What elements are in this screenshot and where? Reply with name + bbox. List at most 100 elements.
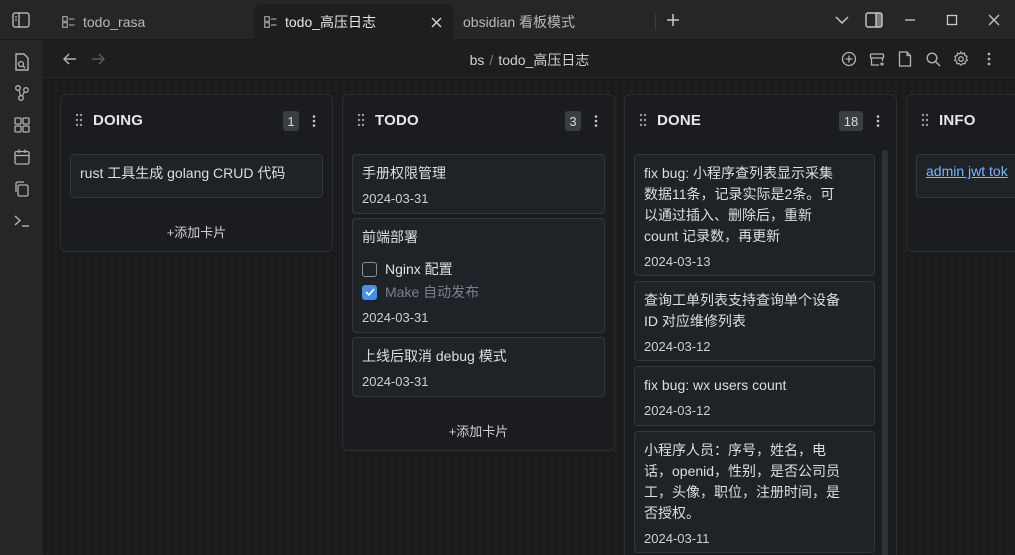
breadcrumb-file[interactable]: todo_高压日志 [498,52,589,68]
add-card-button[interactable]: +添加卡片 [61,222,332,241]
lane-header: DOING 1 [61,95,332,145]
tab-label: todo_rasa [83,14,146,30]
kanban-board-icon [264,15,278,29]
drag-handle-icon[interactable] [75,113,83,127]
checkbox-unchecked[interactable] [362,261,377,277]
checkbox-checked[interactable] [362,284,377,300]
lane-header: TODO 3 [343,95,614,145]
checklist-item[interactable]: Make 自动发布 [362,282,479,302]
lane-count-badge: 3 [565,111,581,131]
view-header: bs / todo_高压日志 [44,40,1015,78]
kanban-card[interactable]: 手册权限管理 2024-03-31 [352,154,605,214]
kanban-board: DOING 1 rust 工具生成 golang CRUD 代码 +添加卡片 T… [44,79,1015,555]
kanban-board-icon [62,15,76,29]
card-title-line: 工，头像，职位，注册时间，是 [644,484,840,500]
card-title: rust 工具生成 golang CRUD 代码 [80,165,286,181]
card-title: 前端部署 [362,229,418,245]
maximize-icon[interactable] [940,8,964,32]
open-files-icon[interactable] [12,52,32,72]
card-title-line: fix bug: wx users count [644,377,787,393]
card-date[interactable]: 2024-03-31 [362,374,429,389]
card-link[interactable]: admin jwt tok [926,163,1008,179]
settings-icon[interactable] [951,49,971,69]
tab-label: obsidian 看板模式 [463,14,576,30]
lane-header: INFO [907,95,1015,145]
lane-title[interactable]: TODO [375,112,419,129]
lane-title[interactable]: DOING [93,112,143,129]
check-icon [364,288,375,296]
canvas-icon[interactable] [12,115,32,135]
daily-note-icon[interactable] [12,147,32,167]
breadcrumb-folder[interactable]: bs [470,52,485,68]
plus-icon[interactable] [661,8,685,32]
card-title-line: 话，openid，性别，是否公司员 [644,463,841,479]
tab-obsidian-kanban[interactable]: obsidian 看板模式 [453,4,653,40]
card-title-line: 小程序人员：序号，姓名，电 [644,442,826,458]
right-sidebar-icon[interactable] [862,8,886,32]
kanban-card[interactable]: admin jwt tok [916,154,1015,198]
tab-label: todo_高压日志 [285,14,377,30]
more-icon[interactable] [979,49,999,69]
close-window-icon[interactable] [982,8,1006,32]
checklist-label: Nginx 配置 [385,261,453,277]
graph-view-icon[interactable] [12,83,32,103]
kanban-card[interactable]: 查询工单列表支持查询单个设备 ID 对应维修列表 2024-03-12 [634,281,875,361]
card-title-line: 否授权。 [644,505,700,521]
drag-handle-icon[interactable] [921,113,929,127]
card-date[interactable]: 2024-03-11 [644,531,710,546]
more-icon[interactable] [591,112,601,130]
kanban-card[interactable]: fix bug: 小程序查列表显示采集 数据11条，记录实际是2条。可 以通过插… [634,154,875,276]
chevron-down-icon[interactable] [830,8,854,32]
card-title-line: ID 对应维修列表 [644,313,746,329]
card-date[interactable]: 2024-03-13 [644,254,711,269]
more-icon[interactable] [873,112,883,130]
kanban-card[interactable]: rust 工具生成 golang CRUD 代码 [70,154,323,198]
card-title-line: 以通过插入、删除后，重新 [644,207,812,223]
lane-header: DONE 18 [625,95,896,145]
card-title-line: fix bug: 小程序查列表显示采集 [644,165,834,181]
markdown-view-icon[interactable] [895,49,915,69]
minimize-icon[interactable] [898,8,922,32]
checklist-item[interactable]: Nginx 配置 [362,259,453,279]
lane-title[interactable]: INFO [939,112,976,129]
kanban-card[interactable]: 上线后取消 debug 模式 2024-03-31 [352,337,605,397]
breadcrumb-separator: / [489,52,494,68]
kanban-card[interactable]: 小程序人员：序号，姓名，电 话，openid，性别，是否公司员 工，头像，职位，… [634,431,875,553]
card-title: 手册权限管理 [362,165,446,181]
kanban-card[interactable]: 前端部署 Nginx 配置 Make 自动发布 2024-03-31 [352,218,605,333]
lane-count-badge: 18 [839,111,863,131]
archive-icon[interactable] [867,49,887,69]
lane-title[interactable]: DONE [657,112,701,129]
sidebar-toggle-icon[interactable] [10,10,32,30]
card-date[interactable]: 2024-03-31 [362,191,429,206]
card-title: 上线后取消 debug 模式 [362,348,507,364]
lane-doing: DOING 1 rust 工具生成 golang CRUD 代码 +添加卡片 [60,94,333,252]
drag-handle-icon[interactable] [639,113,647,127]
add-card-button[interactable]: +添加卡片 [343,421,614,440]
lane-info: INFO admin jwt tok [906,94,1015,252]
checklist-label: Make 自动发布 [385,284,480,300]
card-date[interactable]: 2024-03-31 [362,310,429,325]
card-title-line: count 记录数，再更新 [644,228,781,244]
kanban-card[interactable]: fix bug: wx users count 2024-03-12 [634,366,875,426]
card-date[interactable]: 2024-03-12 [644,403,711,418]
card-date[interactable]: 2024-03-12 [644,339,711,354]
close-icon[interactable] [427,13,445,31]
copy-icon[interactable] [12,179,32,199]
lane-done: DONE 18 fix bug: 小程序查列表显示采集 数据11条，记录实际是2… [624,94,897,555]
card-title-line: 查询工单列表支持查询单个设备 [644,292,840,308]
title-bar: todo_rasa todo_高压日志 obsidian 看板模式 [0,0,1015,40]
lane-todo: TODO 3 手册权限管理 2024-03-31 前端部署 Nginx 配置 M… [342,94,615,451]
tab-todo-rasa[interactable]: todo_rasa [52,4,250,40]
terminal-icon[interactable] [12,211,32,231]
card-title-line: 数据11条，记录实际是2条。可 [644,186,835,202]
add-list-icon[interactable] [839,49,859,69]
more-icon[interactable] [309,112,319,130]
drag-handle-icon[interactable] [357,113,365,127]
tab-todo-log[interactable]: todo_高压日志 [254,4,453,40]
lane-scrollbar[interactable] [882,150,888,555]
tab-divider [655,14,656,30]
lane-count-badge: 1 [283,111,299,131]
left-ribbon [0,40,44,555]
search-icon[interactable] [923,49,943,69]
